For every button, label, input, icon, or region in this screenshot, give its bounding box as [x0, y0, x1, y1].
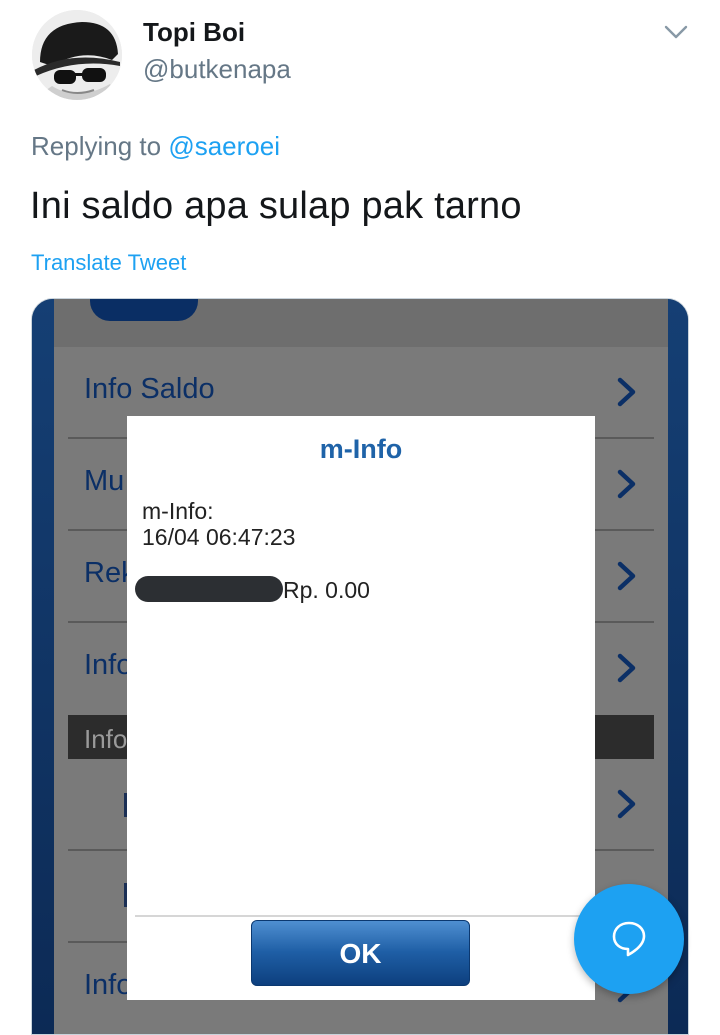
- dialog-timestamp: 16/04 06:47:23: [142, 524, 296, 550]
- chevron-down-icon[interactable]: [662, 18, 690, 46]
- section-label: Info: [84, 724, 128, 754]
- ok-button[interactable]: OK: [251, 920, 470, 986]
- compose-reply-button[interactable]: [574, 884, 684, 994]
- menu-row-label: Mu: [84, 465, 125, 497]
- dialog-message-label: m-Info:: [142, 498, 214, 524]
- menu-row-label: Info Saldo: [84, 373, 215, 405]
- replying-to-label: Replying to: [31, 131, 162, 161]
- dialog-divider: [135, 915, 587, 917]
- translate-tweet-link[interactable]: Translate Tweet: [31, 250, 186, 276]
- display-name[interactable]: Topi Boi: [143, 17, 245, 48]
- avatar[interactable]: [32, 10, 122, 100]
- screenshot-frame-left: [32, 299, 54, 1034]
- tweet-text: Ini saldo apa sulap pak tarno: [30, 185, 522, 227]
- replying-to: Replying to @saeroei: [31, 131, 280, 162]
- menu-row-label: Info: [84, 969, 133, 1001]
- menu-row-label: Info: [84, 649, 133, 681]
- m-info-dialog: m-Info m-Info: 16/04 06:47:23 Rp. 0.00 O…: [127, 416, 595, 1000]
- chevron-right-icon: [617, 653, 636, 683]
- chevron-right-icon: [617, 377, 636, 407]
- screenshot-header-tab: [90, 299, 198, 321]
- redaction-bar: [135, 576, 283, 602]
- user-handle[interactable]: @butkenapa: [143, 54, 291, 85]
- dialog-balance: Rp. 0.00: [283, 577, 370, 603]
- chevron-right-icon: [617, 469, 636, 499]
- chevron-right-icon: [617, 789, 636, 819]
- mention-link[interactable]: @saeroei: [168, 131, 280, 161]
- chevron-right-icon: [617, 561, 636, 591]
- dialog-title: m-Info: [319, 434, 403, 464]
- compose-reply-icon: [612, 921, 646, 957]
